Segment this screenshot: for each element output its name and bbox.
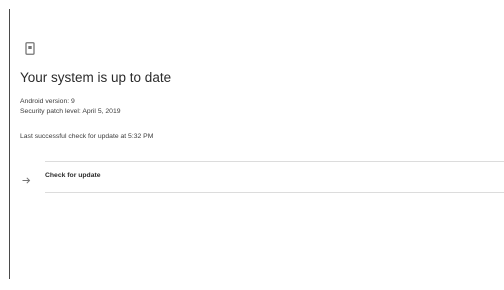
security-patch-text: Security patch level: April 5, 2019: [20, 108, 121, 115]
system-update-page: Your system is up to date Android versio…: [10, 9, 504, 290]
phone-update-icon: [25, 42, 35, 55]
last-check-text: Last successful check for update at 5:32…: [20, 133, 154, 140]
page-title: Your system is up to date: [20, 70, 172, 85]
divider-bottom: [45, 192, 504, 193]
check-for-update-button[interactable]: Check for update: [10, 162, 504, 192]
arrow-right-icon: [22, 172, 31, 184]
android-version-text: Android version: 9: [20, 98, 75, 105]
check-for-update-label: Check for update: [45, 172, 101, 179]
